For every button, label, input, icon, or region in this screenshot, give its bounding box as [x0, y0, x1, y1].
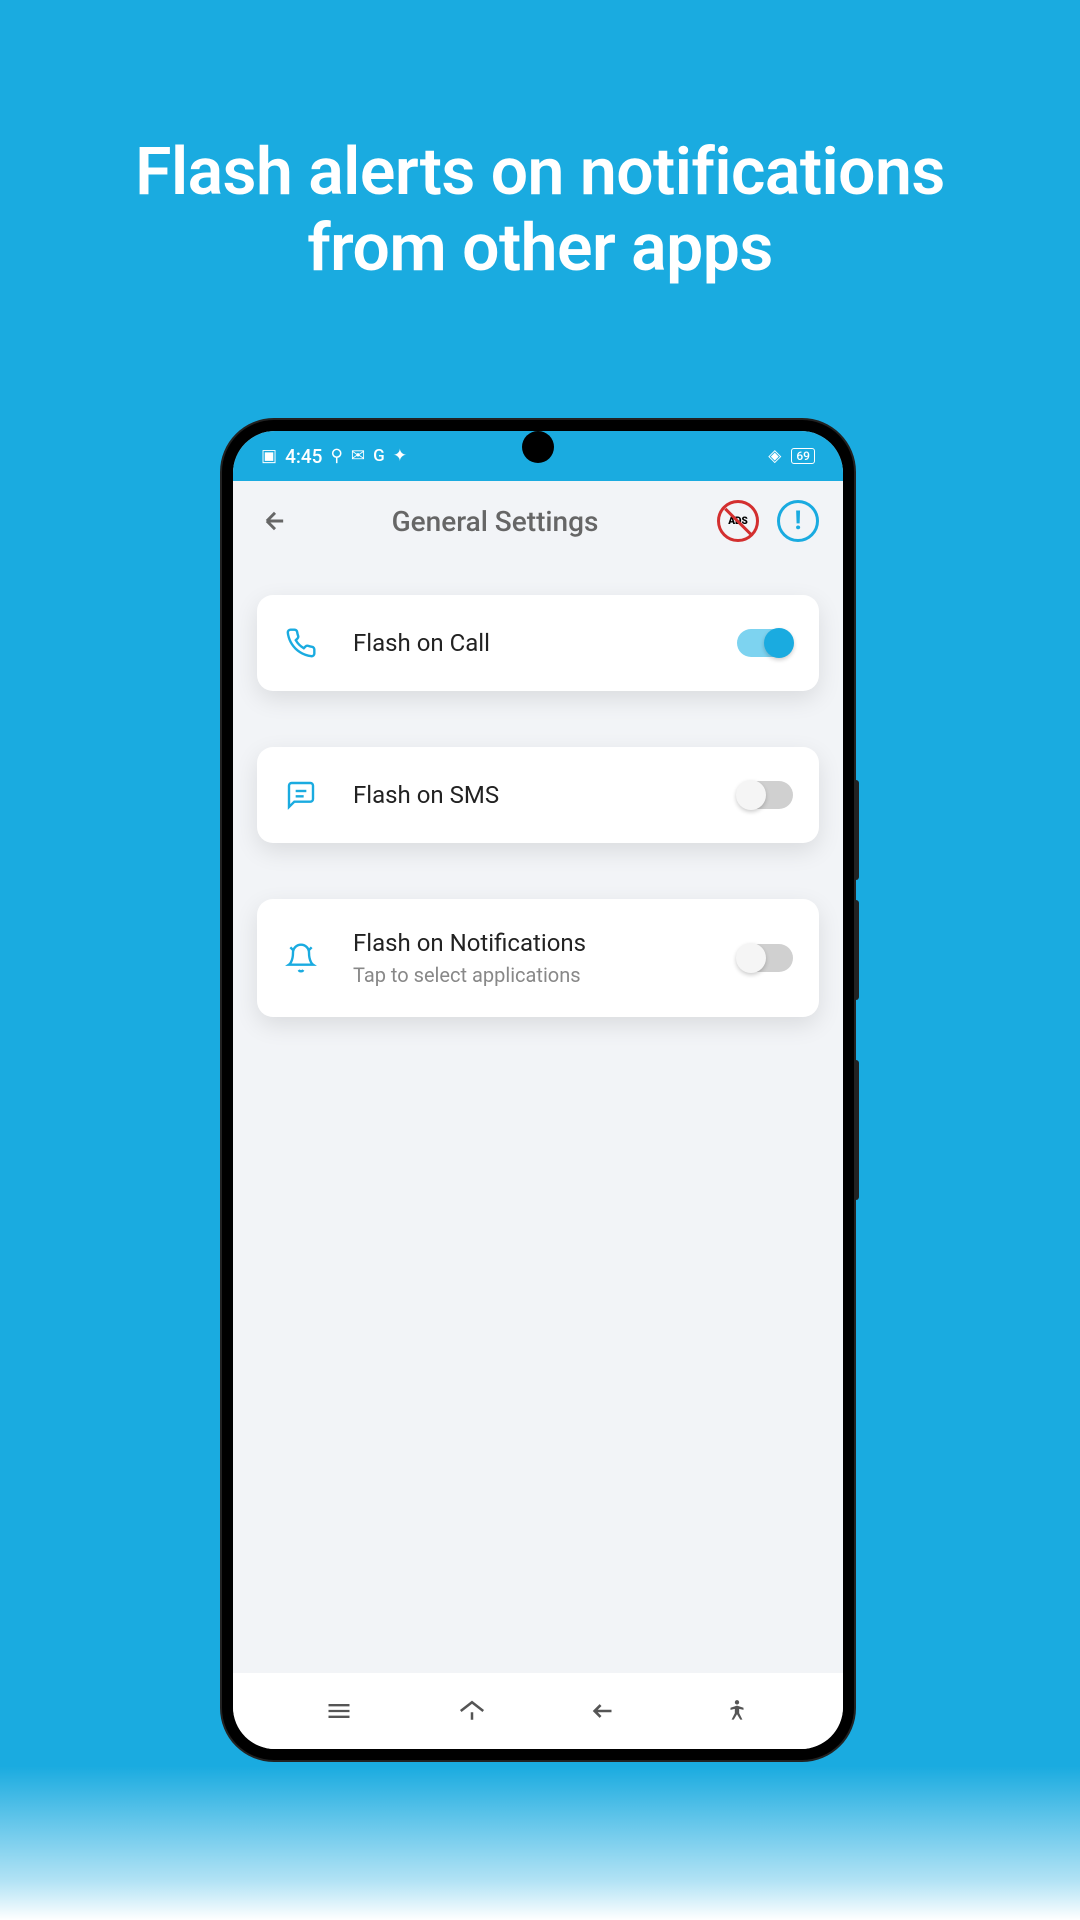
phone-notch: [522, 431, 554, 463]
volume-down-button: [854, 900, 859, 1000]
toggle-flash-on-sms[interactable]: [737, 781, 793, 809]
vibrate-icon: ◈: [768, 446, 781, 466]
phone-frame: ▣ 4:45 ⚲ ✉ G ✦ ◈ 69 General Settings: [222, 420, 854, 1760]
volume-up-button: [854, 780, 859, 880]
status-right: ◈ 69: [768, 446, 815, 466]
recents-icon[interactable]: [319, 1691, 359, 1731]
setting-title: Flash on Notifications: [353, 929, 703, 957]
power-button: [854, 1060, 859, 1200]
back-nav-icon[interactable]: [584, 1691, 624, 1731]
page-title: General Settings: [289, 505, 701, 538]
battery-icon: 69: [791, 448, 815, 464]
header-icons: ADS !: [717, 500, 819, 542]
mail-icon: ✉: [351, 446, 365, 466]
google-icon: G: [373, 446, 385, 466]
phone-screen: ▣ 4:45 ⚲ ✉ G ✦ ◈ 69 General Settings: [233, 431, 843, 1749]
back-button[interactable]: [257, 503, 293, 539]
setting-title: Flash on Call: [353, 629, 703, 657]
status-left: ▣ 4:45 ⚲ ✉ G ✦: [261, 445, 407, 468]
promo-title: Flash alerts on notifications from other…: [0, 0, 1080, 287]
puzzle-icon: ✦: [393, 446, 407, 466]
setting-title: Flash on SMS: [353, 781, 703, 809]
accessibility-icon[interactable]: [717, 1691, 757, 1731]
setting-content: Flash on Call: [353, 629, 703, 657]
link-icon: ⚲: [330, 446, 342, 466]
home-icon[interactable]: [452, 1691, 492, 1731]
settings-list: Flash on Call Flash on SMS: [233, 561, 843, 1051]
info-icon[interactable]: !: [777, 500, 819, 542]
app-header: General Settings ADS !: [233, 481, 843, 561]
nav-bar: [233, 1673, 843, 1749]
setting-flash-on-notifications[interactable]: Flash on Notifications Tap to select app…: [257, 899, 819, 1017]
setting-content: Flash on SMS: [353, 781, 703, 809]
bell-icon: [283, 940, 319, 976]
status-time: 4:45: [285, 445, 322, 468]
setting-flash-on-sms[interactable]: Flash on SMS: [257, 747, 819, 843]
phone-icon: [283, 625, 319, 661]
setting-subtitle: Tap to select applications: [353, 963, 703, 987]
no-ads-icon[interactable]: ADS: [717, 500, 759, 542]
doc-icon: ▣: [261, 446, 277, 466]
sms-icon: [283, 777, 319, 813]
setting-flash-on-call[interactable]: Flash on Call: [257, 595, 819, 691]
toggle-flash-on-call[interactable]: [737, 629, 793, 657]
toggle-flash-on-notifications[interactable]: [737, 944, 793, 972]
setting-content: Flash on Notifications Tap to select app…: [353, 929, 703, 987]
